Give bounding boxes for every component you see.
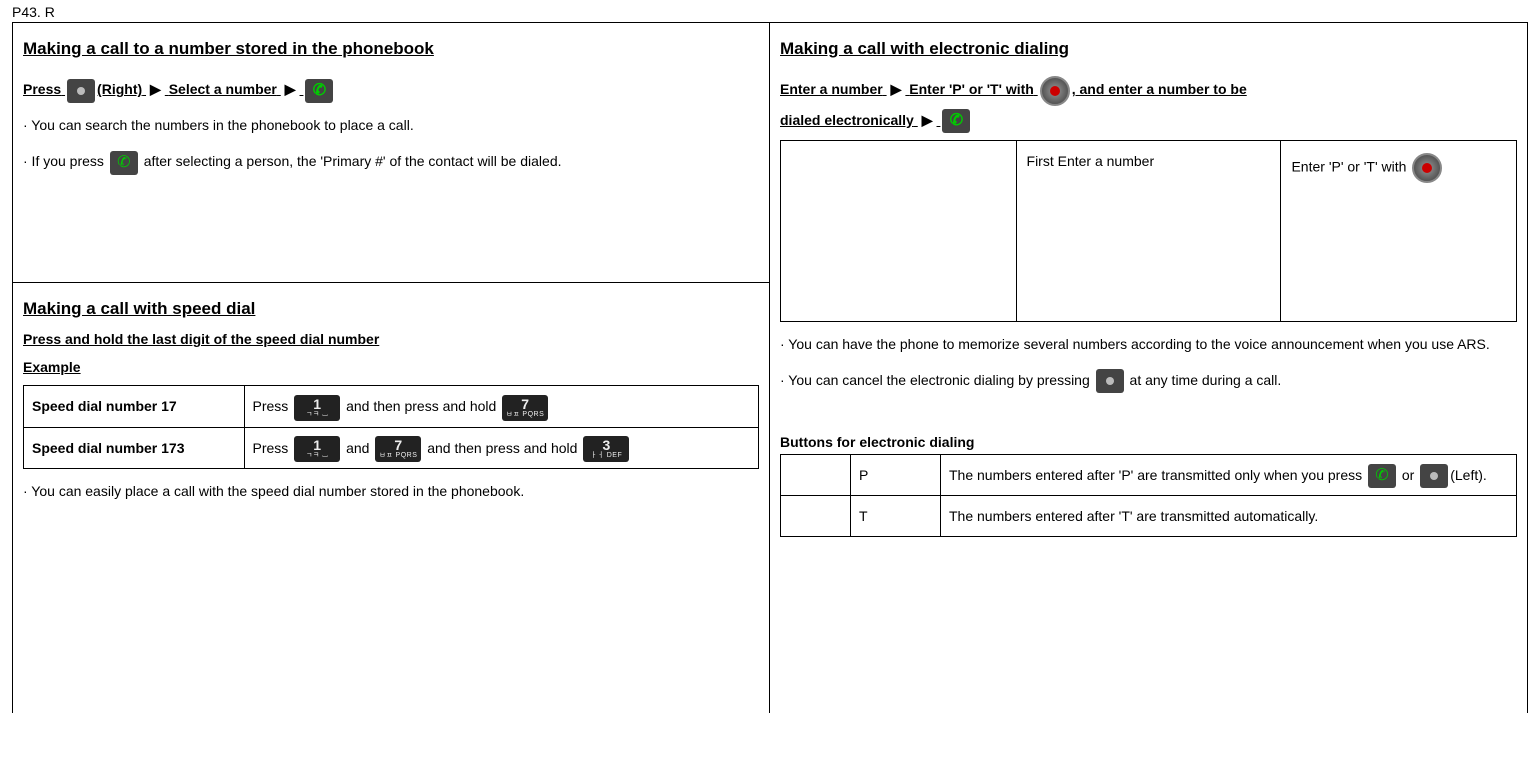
- section-title: Making a call with speed dial: [23, 293, 759, 325]
- call-icon: [305, 79, 333, 103]
- button-icon-cell: [781, 454, 851, 495]
- key-7-icon: 7ㅂㅍ PQRS: [375, 436, 421, 462]
- key-7-icon: 7ㅂㅍ PQRS: [502, 395, 548, 421]
- right-column: Making a call with electronic dialing En…: [770, 22, 1527, 713]
- arrow-icon: ▶: [922, 106, 933, 134]
- step-enter-label: Enter a number: [780, 81, 883, 97]
- electronic-steps: Enter a number ▶ Enter 'P' or 'T' with ,…: [780, 75, 1517, 105]
- call-icon: [1368, 464, 1396, 488]
- text: The numbers entered after 'P' are transm…: [949, 467, 1366, 483]
- text: or: [1402, 467, 1418, 483]
- row-instruction: Press 1ㄱㅋ ⌴ and then press and hold 7ㅂㅍ …: [244, 386, 759, 427]
- text: Enter 'P' or 'T' with: [1291, 158, 1406, 174]
- text: and then press and hold: [427, 440, 581, 456]
- left-column: Making a call to a number stored in the …: [13, 22, 770, 713]
- step-line2-label: dialed electronically: [780, 112, 914, 128]
- button-code: T: [851, 495, 941, 536]
- table-row: T The numbers entered after 'T' are tran…: [781, 495, 1517, 536]
- text: (Left).: [1450, 467, 1487, 483]
- arrow-icon: ▶: [891, 75, 902, 103]
- electronic-note-1: · You can have the phone to memorize sev…: [780, 330, 1517, 358]
- row-label: Speed dial number 173: [24, 427, 245, 468]
- nav-icon: [1096, 369, 1124, 393]
- call-icon: [942, 109, 970, 133]
- text: after selecting a person, the 'Primary #…: [144, 153, 562, 169]
- step-pt-pre: Enter 'P' or 'T' with: [909, 81, 1034, 97]
- grid-cell-2: First Enter a number: [1016, 141, 1281, 321]
- call-icon: [110, 151, 138, 175]
- text: at any time during a call.: [1130, 372, 1282, 388]
- text: Press: [253, 398, 293, 414]
- button-desc: The numbers entered after 'P' are transm…: [941, 454, 1517, 495]
- grid-cell-3: Enter 'P' or 'T' with: [1280, 141, 1516, 321]
- section-speed-dial: Making a call with speed dial Press and …: [13, 283, 769, 713]
- phonebook-steps: Press (Right) ▶ Select a number ▶: [23, 75, 759, 103]
- arrow-icon: ▶: [150, 75, 161, 103]
- phonebook-note-1: · You can search the numbers in the phon…: [23, 111, 759, 139]
- step-pt-post: , and enter a number to be: [1072, 81, 1247, 97]
- button-desc: The numbers entered after 'T' are transm…: [941, 495, 1517, 536]
- nav-icon: [67, 79, 95, 103]
- section-electronic-dialing: Making a call with electronic dialing En…: [770, 23, 1527, 541]
- section-title: Making a call with electronic dialing: [780, 33, 1517, 65]
- speed-dial-note: · You can easily place a call with the s…: [23, 477, 759, 505]
- nav-icon: [1420, 464, 1448, 488]
- row-label: Speed dial number 17: [24, 386, 245, 427]
- electronic-note-2: · You can cancel the electronic dialing …: [780, 366, 1517, 394]
- electronic-step-grid: First Enter a number Enter 'P' or 'T' wi…: [780, 140, 1517, 322]
- row-instruction: Press 1ㄱㅋ ⌴ and 7ㅂㅍ PQRS and then press …: [244, 427, 759, 468]
- table-row: Speed dial number 173 Press 1ㄱㅋ ⌴ and 7ㅂ…: [24, 427, 759, 468]
- step-press-label: Press: [23, 81, 61, 97]
- buttons-heading: Buttons for electronic dialing: [780, 434, 1517, 450]
- step-right-label: (Right): [97, 81, 142, 97]
- text: and then press and hold: [346, 398, 500, 414]
- text: Press: [253, 440, 293, 456]
- rotary-icon: [1412, 153, 1442, 183]
- grid-cell-1: [780, 141, 1016, 321]
- arrow-icon: ▶: [285, 75, 296, 103]
- step-select-label: Select a number: [169, 81, 277, 97]
- section-phonebook-call: Making a call to a number stored in the …: [13, 23, 769, 283]
- speed-dial-table: Speed dial number 17 Press 1ㄱㅋ ⌴ and the…: [23, 385, 759, 469]
- electronic-steps-line2: dialed electronically ▶: [780, 106, 1517, 134]
- example-label: Example: [23, 353, 759, 381]
- key-3-icon: 3ㅏㅓ DEF: [583, 436, 629, 462]
- key-1-icon: 1ㄱㅋ ⌴: [294, 395, 340, 421]
- text: · You can cancel the electronic dialing …: [780, 372, 1090, 388]
- document-body: Making a call to a number stored in the …: [12, 22, 1528, 713]
- speed-dial-instruction: Press and hold the last digit of the spe…: [23, 325, 759, 353]
- section-title: Making a call to a number stored in the …: [23, 33, 759, 65]
- page-label: P43. R: [12, 4, 1528, 20]
- rotary-icon: [1040, 76, 1070, 106]
- button-icon-cell: [781, 495, 851, 536]
- text: · If you press: [23, 153, 104, 169]
- table-row: Speed dial number 17 Press 1ㄱㅋ ⌴ and the…: [24, 386, 759, 427]
- table-row: P The numbers entered after 'P' are tran…: [781, 454, 1517, 495]
- key-1-icon: 1ㄱㅋ ⌴: [294, 436, 340, 462]
- text: and: [346, 440, 373, 456]
- button-code: P: [851, 454, 941, 495]
- phonebook-note-2: · If you press after selecting a person,…: [23, 147, 759, 175]
- electronic-buttons-table: P The numbers entered after 'P' are tran…: [780, 454, 1517, 537]
